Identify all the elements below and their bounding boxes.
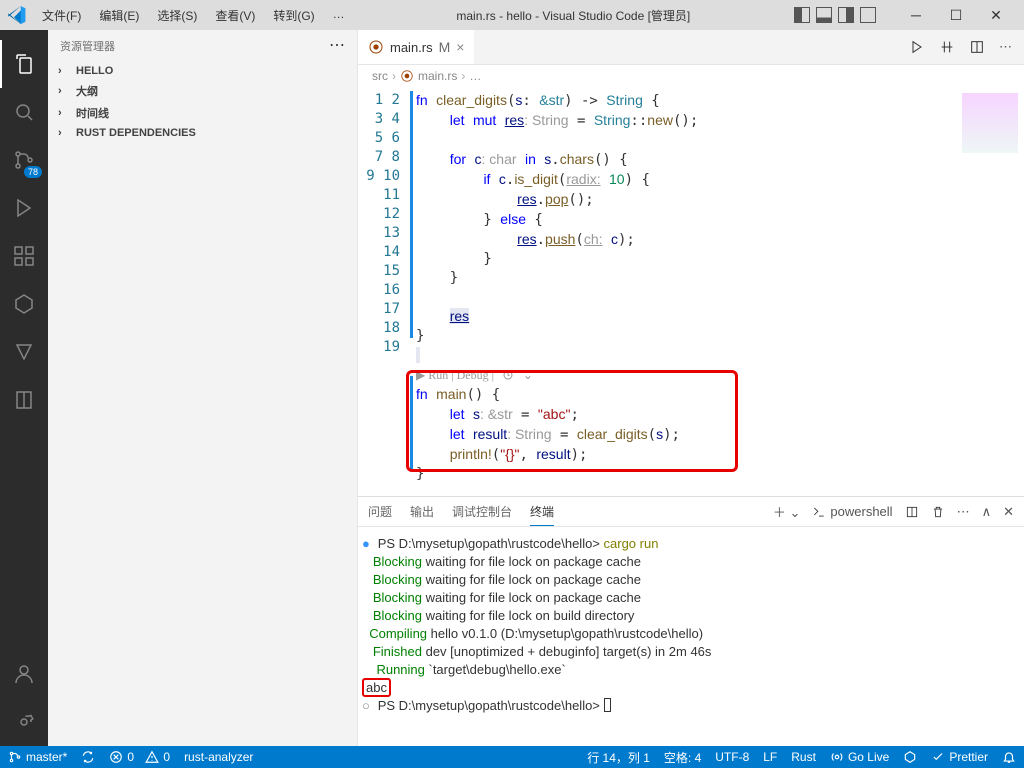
status-bar: master* 0 0 rust-analyzer 行 14，列 1 空格: 4… bbox=[0, 746, 1024, 768]
minimap[interactable] bbox=[944, 87, 1024, 496]
sidebar-item-timeline[interactable]: ›时间线 bbox=[48, 102, 357, 124]
menu-select[interactable]: 选择(S) bbox=[149, 5, 205, 26]
panel-more-icon[interactable]: ⋯ bbox=[957, 504, 970, 520]
close-button[interactable]: ✕ bbox=[976, 1, 1016, 29]
panel-tab-terminal[interactable]: 终端 bbox=[530, 498, 554, 526]
status-ext-icon[interactable] bbox=[903, 750, 917, 764]
panel-tab-problems[interactable]: 问题 bbox=[368, 498, 392, 525]
editor-tabs: main.rs M × ⋯ bbox=[358, 30, 1024, 65]
tab-modified-indicator: M bbox=[439, 39, 451, 55]
extra-icon-2[interactable] bbox=[0, 328, 48, 376]
status-prettier[interactable]: Prettier bbox=[931, 750, 988, 764]
status-lang[interactable]: Rust bbox=[791, 750, 816, 764]
vscode-icon bbox=[8, 6, 26, 24]
run-debug-icon[interactable] bbox=[0, 184, 48, 232]
status-sync[interactable] bbox=[81, 750, 95, 764]
explorer-icon[interactable] bbox=[0, 40, 48, 88]
extensions-icon[interactable] bbox=[0, 232, 48, 280]
menu-goto[interactable]: 转到(G) bbox=[265, 5, 322, 26]
editor-more-icon[interactable]: ⋯ bbox=[999, 39, 1012, 55]
terminal-shell[interactable]: powershell bbox=[812, 504, 892, 519]
status-golive[interactable]: Go Live bbox=[830, 750, 889, 764]
sidebar-item-hello[interactable]: ›HELLO bbox=[48, 62, 357, 80]
editor-toolbar: ⋯ bbox=[909, 30, 1024, 64]
accounts-icon[interactable] bbox=[0, 650, 48, 698]
terminal-output[interactable]: ● PS D:\mysetup\gopath\rustcode\hello> c… bbox=[358, 527, 1024, 746]
panel-tab-output[interactable]: 输出 bbox=[410, 498, 434, 525]
split-icon[interactable] bbox=[969, 39, 985, 55]
search-icon[interactable] bbox=[0, 88, 48, 136]
status-eol[interactable]: LF bbox=[763, 750, 777, 764]
code-editor[interactable]: 1 2 3 4 5 6 7 8 9 10 11 12 13 14 15 16 1… bbox=[358, 87, 1024, 496]
menu-more[interactable]: … bbox=[325, 5, 353, 26]
status-bell-icon[interactable] bbox=[1002, 750, 1016, 764]
trash-icon[interactable] bbox=[931, 505, 945, 519]
sidebar-more-icon[interactable]: ⋯ bbox=[329, 41, 345, 51]
compare-icon[interactable] bbox=[939, 39, 955, 55]
maximize-button[interactable]: ☐ bbox=[936, 1, 976, 29]
source-control-icon[interactable]: 78 bbox=[0, 136, 48, 184]
window-title: main.rs - hello - Visual Studio Code [管理… bbox=[353, 7, 794, 24]
status-errors[interactable]: 0 0 bbox=[109, 750, 170, 764]
extra-icon-3[interactable] bbox=[0, 376, 48, 424]
code-body[interactable]: fn clear_digits(s: &str) -> String { let… bbox=[410, 87, 944, 496]
tab-label: main.rs bbox=[390, 40, 433, 55]
explorer-sidebar: 资源管理器 ⋯ ›HELLO ›大纲 ›时间线 ›RUST DEPENDENCIE… bbox=[48, 30, 358, 746]
activity-bar: 78 bbox=[0, 30, 48, 746]
title-bar: 文件(F) 编辑(E) 选择(S) 查看(V) 转到(G) … main.rs … bbox=[0, 0, 1024, 30]
rust-file-icon bbox=[368, 39, 384, 55]
tab-close-icon[interactable]: × bbox=[456, 39, 464, 55]
sidebar-title: 资源管理器 bbox=[60, 38, 115, 54]
terminal-new-icon[interactable]: ＋ ⌄ bbox=[773, 502, 801, 521]
panel-maximize-icon[interactable]: ∧ bbox=[982, 504, 992, 520]
tab-main-rs[interactable]: main.rs M × bbox=[358, 30, 474, 64]
status-branch[interactable]: master* bbox=[8, 750, 67, 764]
extra-icon-1[interactable] bbox=[0, 280, 48, 328]
panel-tab-debug[interactable]: 调试控制台 bbox=[452, 498, 512, 525]
run-icon[interactable] bbox=[909, 39, 925, 55]
breadcrumb[interactable]: src› main.rs› … bbox=[358, 65, 1024, 87]
status-position[interactable]: 行 14，列 1 bbox=[587, 749, 650, 766]
editor-area: main.rs M × ⋯ src› main.rs› … 1 2 3 4 5 … bbox=[358, 30, 1024, 746]
menu-file[interactable]: 文件(F) bbox=[34, 5, 89, 26]
status-spaces[interactable]: 空格: 4 bbox=[664, 749, 701, 766]
panel: 问题 输出 调试控制台 终端 ＋ ⌄ powershell ⋯ ∧ ✕ ● PS… bbox=[358, 496, 1024, 746]
status-analyzer[interactable]: rust-analyzer bbox=[184, 750, 253, 764]
scm-badge: 78 bbox=[24, 166, 42, 178]
sidebar-item-rustdep[interactable]: ›RUST DEPENDENCIES bbox=[48, 124, 357, 142]
split-terminal-icon[interactable] bbox=[905, 505, 919, 519]
layout-controls[interactable] bbox=[794, 7, 876, 23]
menu-view[interactable]: 查看(V) bbox=[207, 5, 263, 26]
minimize-button[interactable]: ─ bbox=[896, 1, 936, 29]
menu-edit[interactable]: 编辑(E) bbox=[91, 5, 147, 26]
settings-icon[interactable] bbox=[0, 698, 48, 746]
codelens[interactable]: ▶ Run | Debug | bbox=[416, 368, 494, 382]
rust-file-icon bbox=[400, 69, 414, 83]
line-numbers: 1 2 3 4 5 6 7 8 9 10 11 12 13 14 15 16 1… bbox=[358, 87, 410, 496]
menu-bar: 文件(F) 编辑(E) 选择(S) 查看(V) 转到(G) … bbox=[34, 5, 353, 26]
sidebar-item-outline[interactable]: ›大纲 bbox=[48, 80, 357, 102]
status-encoding[interactable]: UTF-8 bbox=[715, 750, 749, 764]
panel-close-icon[interactable]: ✕ bbox=[1003, 504, 1014, 520]
